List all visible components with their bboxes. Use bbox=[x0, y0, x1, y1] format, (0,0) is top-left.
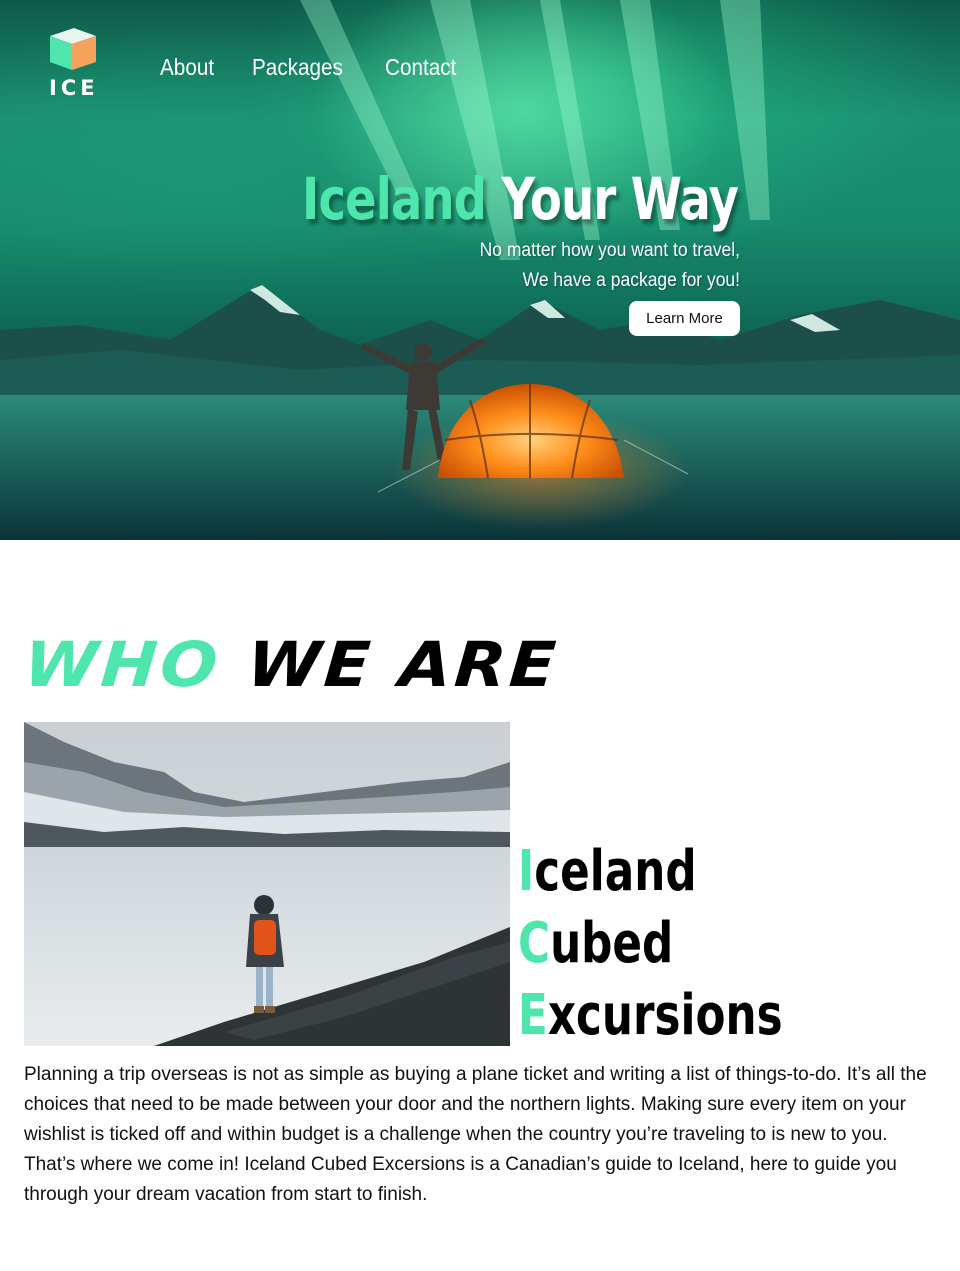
hero-subtitle-line-2: We have a package for you! bbox=[522, 270, 740, 291]
hero-title-accent: Iceland bbox=[301, 165, 487, 233]
nav-link-contact[interactable]: Contact bbox=[385, 54, 456, 81]
about-paragraph: Planning a trip overseas is not as simpl… bbox=[24, 1064, 927, 1205]
main-nav: About Packages Contact bbox=[160, 54, 464, 81]
acronym-word-excursions: xcursions bbox=[547, 983, 783, 1048]
acronym-word-iceland: celand bbox=[534, 839, 697, 904]
hero-section: ICE About Packages Contact Iceland Your … bbox=[0, 0, 960, 540]
hero-title: Iceland Your Way bbox=[301, 165, 739, 233]
glacier-traveler-photo bbox=[24, 722, 510, 1046]
acronym-letter-c: C bbox=[518, 911, 551, 976]
hero-subtitle: No matter how you want to travel, We hav… bbox=[480, 236, 740, 296]
learn-more-button[interactable]: Learn More bbox=[629, 301, 740, 336]
hero-subtitle-line-1: No matter how you want to travel, bbox=[479, 240, 740, 261]
nav-link-about[interactable]: About bbox=[160, 54, 214, 81]
acronym-word-cubed: ubed bbox=[550, 911, 674, 976]
acronym-letter-i: I bbox=[518, 839, 535, 904]
who-we-are-heading-rest: WE ARE bbox=[244, 628, 562, 701]
acronym-letter-e: E bbox=[518, 983, 548, 1048]
who-we-are-heading: WHO WE ARE bbox=[21, 628, 561, 701]
acronym-line-excursions: Excursions bbox=[518, 980, 783, 1052]
company-acronym: Iceland Cubed Excursions bbox=[518, 836, 857, 1052]
acronym-line-iceland: Iceland bbox=[518, 836, 783, 908]
hero-title-rest: Your Way bbox=[501, 165, 738, 233]
nav-link-packages[interactable]: Packages bbox=[252, 54, 343, 81]
who-we-are-heading-accent: WHO bbox=[21, 628, 224, 701]
logo-text: ICE bbox=[49, 76, 99, 100]
acronym-line-cubed: Cubed bbox=[518, 908, 783, 980]
